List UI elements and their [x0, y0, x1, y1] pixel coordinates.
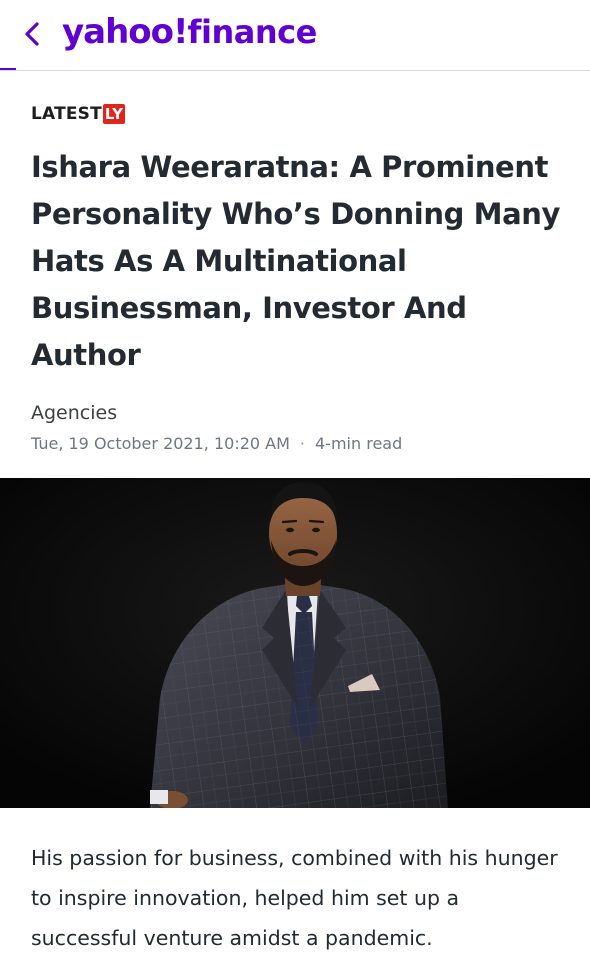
read-time: 4-min read	[315, 434, 403, 453]
back-button[interactable]	[18, 16, 48, 52]
source-logo[interactable]: LATEST LY	[31, 102, 126, 126]
article-meta: Tue, 19 October 2021, 10:20 AM · 4-min r…	[31, 434, 402, 453]
article-body-paragraph: His passion for business, combined with …	[31, 846, 558, 950]
source-label: LATEST	[31, 104, 102, 124]
source-badge: LY	[102, 104, 126, 124]
logo-finance-text: finance	[187, 13, 318, 51]
article-headline: Ishara Weeraratna: A Prominent Personali…	[31, 150, 561, 372]
chevron-left-icon	[25, 22, 39, 46]
header-divider	[0, 70, 590, 71]
logo-yahoo-text: yahoo!	[62, 12, 189, 52]
publish-timestamp: Tue, 19 October 2021, 10:20 AM	[31, 434, 290, 453]
yahoo-finance-logo[interactable]: yahoo! finance	[62, 8, 317, 56]
app-header: yahoo! finance	[0, 0, 590, 71]
article-page: yahoo! finance LATEST LY Ishara Weerarat…	[0, 0, 590, 960]
article-author[interactable]: Agencies	[31, 402, 117, 424]
hero-image[interactable]	[0, 478, 590, 808]
meta-separator: ·	[299, 434, 305, 453]
portrait-photo	[0, 478, 590, 808]
